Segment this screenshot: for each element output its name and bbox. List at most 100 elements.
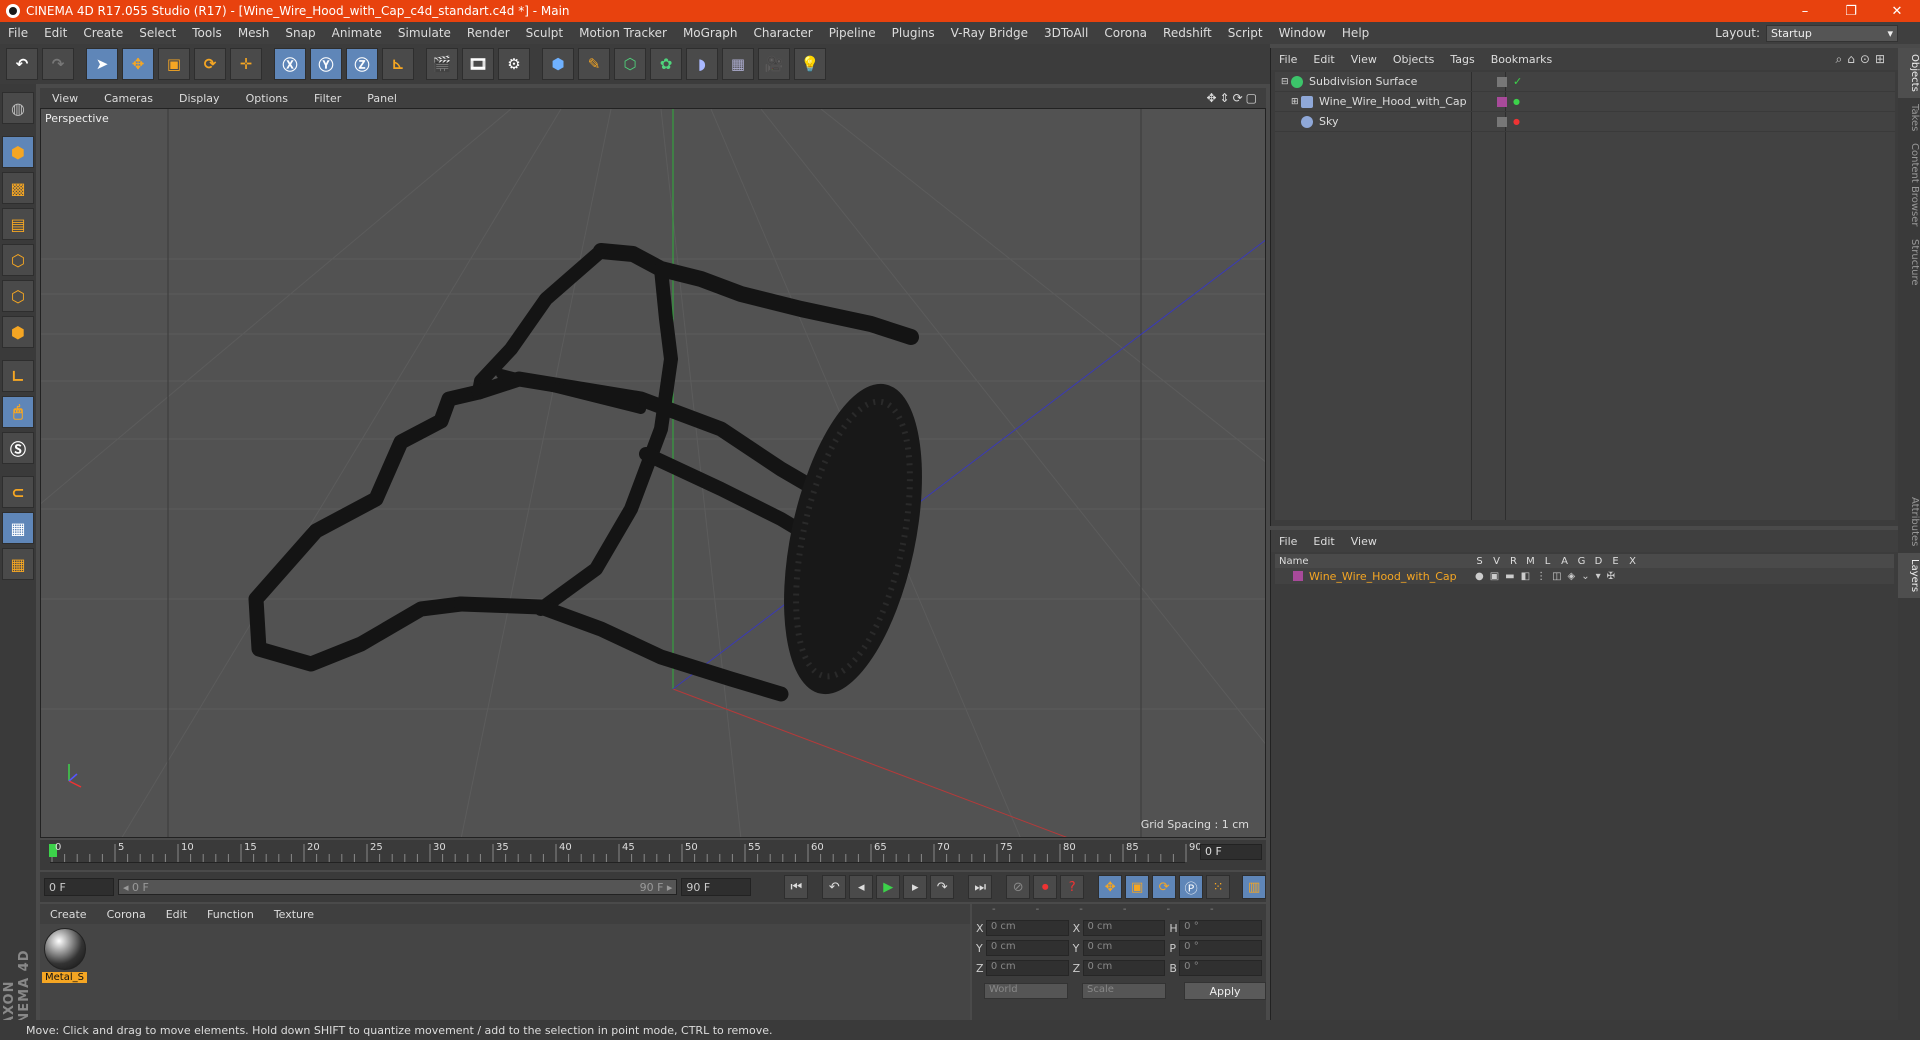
camera-icon[interactable]: 🎥 xyxy=(758,48,790,80)
layers-menu-edit[interactable]: Edit xyxy=(1305,535,1342,548)
layer-row[interactable]: Wine_Wire_Hood_with_Cap ●▣▬◧⋮◫◈⌄▾✠ xyxy=(1275,568,1894,584)
timeline-window-icon[interactable]: ▥ xyxy=(1242,875,1267,899)
current-frame-field[interactable]: 0 F xyxy=(1200,844,1262,860)
menu-create[interactable]: Create xyxy=(75,26,131,40)
points-mode-icon[interactable]: ⬡ xyxy=(2,244,34,276)
viewport-navigation-icons[interactable]: ✥⇕⟳▢ xyxy=(1206,91,1266,105)
object-manager-search-icon[interactable]: ⌕⌂⊙⊞ xyxy=(1836,52,1898,67)
object-list[interactable]: ⊟ Subdivision Surface ✓ ⊞ Wine_Wire_Hood… xyxy=(1275,72,1895,520)
menu-motion-tracker[interactable]: Motion Tracker xyxy=(571,26,675,40)
menu-plugins[interactable]: Plugins xyxy=(884,26,943,40)
light-icon[interactable]: 💡 xyxy=(794,48,826,80)
size-y-field[interactable]: 0 cm xyxy=(1082,940,1166,956)
menu-file[interactable]: File xyxy=(0,26,36,40)
cloner-icon[interactable]: ✿ xyxy=(650,48,682,80)
z-axis-lock-icon[interactable]: Ⓩ xyxy=(346,48,378,80)
expand-icon[interactable]: ⊞ xyxy=(1291,97,1301,107)
key-scale-icon[interactable]: ▣ xyxy=(1125,875,1150,899)
next-frame-icon[interactable]: ▸ xyxy=(903,875,928,899)
tab-layers[interactable]: Layers xyxy=(1898,552,1920,598)
material-menu-function[interactable]: Function xyxy=(197,908,264,921)
transform-tool-icon[interactable]: ✛ xyxy=(230,48,262,80)
y-axis-lock-icon[interactable]: Ⓨ xyxy=(310,48,342,80)
viewport-menu-cameras[interactable]: Cameras xyxy=(92,92,167,105)
key-pla-icon[interactable]: ⁙ xyxy=(1206,875,1231,899)
maximize-button[interactable]: ❐ xyxy=(1828,0,1874,22)
objects-menu-tags[interactable]: Tags xyxy=(1442,53,1482,66)
key-parameter-icon[interactable]: Ⓟ xyxy=(1179,875,1204,899)
workplane-mode-icon[interactable]: ▤ xyxy=(2,208,34,240)
go-to-start-icon[interactable]: ⏮ xyxy=(784,875,809,899)
material-preview-sphere[interactable] xyxy=(44,928,86,970)
material-menu-create[interactable]: Create xyxy=(40,908,97,921)
texture-mode-icon[interactable]: ▩ xyxy=(2,172,34,204)
deformer-icon[interactable]: ◗ xyxy=(686,48,718,80)
size-mode-select[interactable]: Scale xyxy=(1082,983,1166,999)
objects-menu-file[interactable]: File xyxy=(1271,53,1305,66)
menu-edit[interactable]: Edit xyxy=(36,26,75,40)
menu-select[interactable]: Select xyxy=(131,26,184,40)
menu-tools[interactable]: Tools xyxy=(184,26,230,40)
axis-mode-icon[interactable]: ∟ xyxy=(2,360,34,392)
viewport-menu-panel[interactable]: Panel xyxy=(355,92,411,105)
menu-character[interactable]: Character xyxy=(745,26,820,40)
previous-frame-icon[interactable]: ◂ xyxy=(849,875,874,899)
scale-tool-icon[interactable]: ▣ xyxy=(158,48,190,80)
layout-select[interactable]: Startup ▾ xyxy=(1766,24,1898,42)
tab-objects[interactable]: Objects xyxy=(1898,48,1920,98)
object-row-subdivision[interactable]: ⊟ Subdivision Surface ✓ xyxy=(1275,72,1895,92)
go-to-end-icon[interactable]: ⏭ xyxy=(968,875,993,899)
viewport-menu-view[interactable]: View xyxy=(40,92,92,105)
spline-pen-icon[interactable]: ✎ xyxy=(578,48,610,80)
viewport-menu-options[interactable]: Options xyxy=(234,92,302,105)
move-tool-icon[interactable]: ✥ xyxy=(122,48,154,80)
rotation-p-field[interactable]: 0 ° xyxy=(1179,940,1262,956)
material-menu-edit[interactable]: Edit xyxy=(156,908,197,921)
object-row-wine-hood[interactable]: ⊞ Wine_Wire_Hood_with_Cap ● xyxy=(1275,92,1895,112)
object-row-sky[interactable]: Sky ● xyxy=(1275,112,1895,132)
position-x-field[interactable]: 0 cm xyxy=(985,920,1069,936)
x-axis-lock-icon[interactable]: Ⓧ xyxy=(274,48,306,80)
enabled-check-icon[interactable]: ✓ xyxy=(1513,75,1522,88)
collapse-icon[interactable]: ⊟ xyxy=(1281,77,1291,87)
undo-icon[interactable]: ↶ xyxy=(6,48,38,80)
select-arrow-icon[interactable]: ➤ xyxy=(86,48,118,80)
tweak-mode-icon[interactable]: 🖱 xyxy=(2,396,34,428)
menu-animate[interactable]: Animate xyxy=(324,26,390,40)
visibility-dot-icon[interactable]: ● xyxy=(1513,117,1520,126)
viewport-menu-display[interactable]: Display xyxy=(167,92,234,105)
play-icon[interactable]: ▶ xyxy=(876,875,901,899)
menu-redshift[interactable]: Redshift xyxy=(1155,26,1220,40)
menu-sculpt[interactable]: Sculpt xyxy=(518,26,571,40)
menu-help[interactable]: Help xyxy=(1334,26,1377,40)
layers-menu-view[interactable]: View xyxy=(1343,535,1385,548)
locked-workplane-icon[interactable]: ▦ xyxy=(2,548,34,580)
floor-icon[interactable]: ▦ xyxy=(722,48,754,80)
material-menu-texture[interactable]: Texture xyxy=(264,908,324,921)
make-editable-icon[interactable]: ◍ xyxy=(2,92,34,124)
objects-menu-view[interactable]: View xyxy=(1343,53,1385,66)
frame-range-slider[interactable]: ◂ 0 F 90 F ▸ xyxy=(117,879,678,895)
tab-structure[interactable]: Structure xyxy=(1898,233,1920,292)
menu-snap[interactable]: Snap xyxy=(277,26,323,40)
position-z-field[interactable]: 0 cm xyxy=(985,960,1069,976)
render-picture-viewer-icon[interactable]: 🎞 xyxy=(462,48,494,80)
cube-primitive-icon[interactable]: ⬢ xyxy=(542,48,574,80)
menu-vray-bridge[interactable]: V-Ray Bridge xyxy=(943,26,1036,40)
autokeying-icon[interactable]: ⏺ xyxy=(1033,875,1058,899)
subdivision-surface-icon[interactable]: ⬡ xyxy=(614,48,646,80)
material-name-label[interactable]: Metal_S xyxy=(42,972,87,983)
size-x-field[interactable]: 0 cm xyxy=(1082,920,1166,936)
viewport-menu-filter[interactable]: Filter xyxy=(302,92,355,105)
render-settings-icon[interactable]: ⚙ xyxy=(498,48,530,80)
menu-simulate[interactable]: Simulate xyxy=(390,26,459,40)
next-keyframe-icon[interactable]: ↷ xyxy=(930,875,955,899)
tab-content-browser[interactable]: Content Browser xyxy=(1898,137,1920,232)
menu-3dtoall[interactable]: 3DToAll xyxy=(1036,26,1096,40)
coordinate-space-select[interactable]: World xyxy=(984,983,1068,999)
tab-takes[interactable]: Takes xyxy=(1898,98,1920,137)
menu-render[interactable]: Render xyxy=(459,26,518,40)
perspective-viewport[interactable]: Perspective Grid Spacing : 1 cm xyxy=(40,108,1266,838)
timeline-ruler[interactable]: 0 5 10 15 20 25 30 35 40 45 50 55 60 65 70 75 80 85 90 0 F xyxy=(40,840,1266,870)
edges-mode-icon[interactable]: ⬡ xyxy=(2,280,34,312)
